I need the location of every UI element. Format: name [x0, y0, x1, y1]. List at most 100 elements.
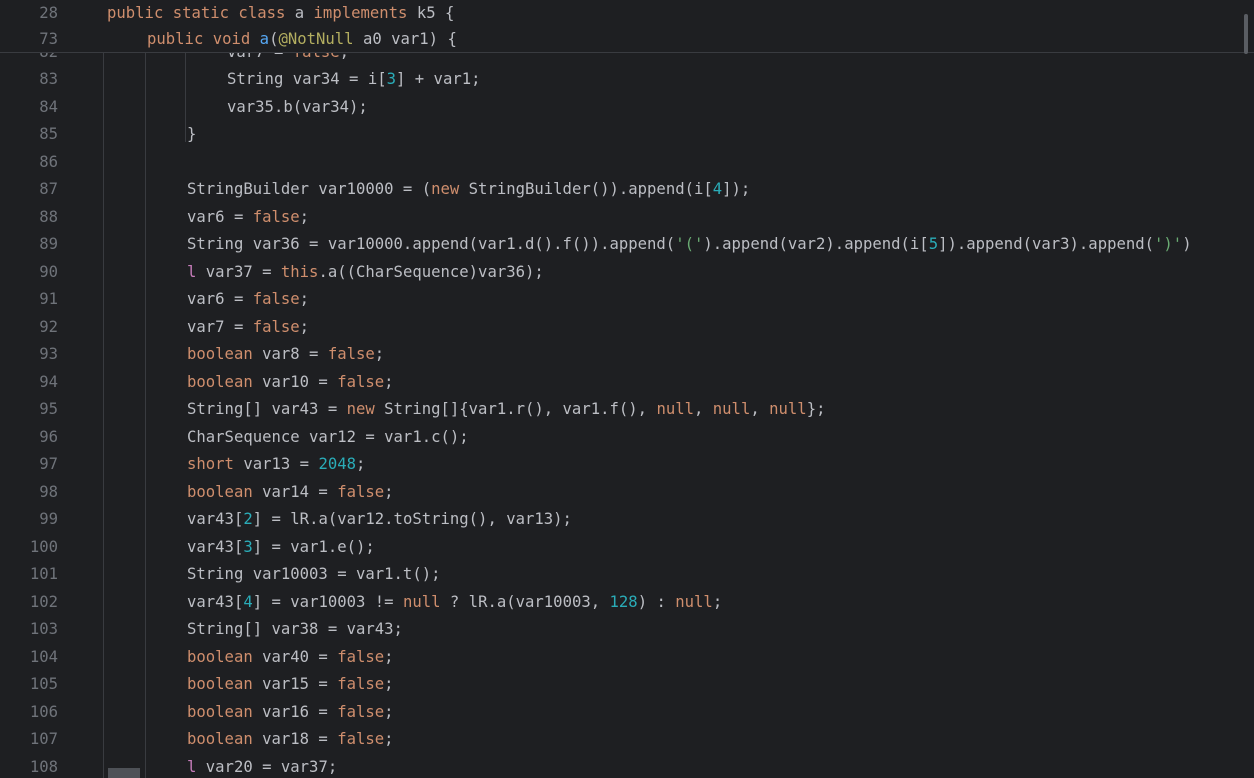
code-text[interactable]: short var13 = 2048; [187, 451, 365, 479]
code-token: ] = lR.a(var12.toString(), var13); [252, 510, 572, 528]
code-token: implements [313, 4, 417, 22]
code-token: ; [384, 482, 394, 501]
code-text[interactable]: String[] var38 = var43; [187, 616, 403, 644]
code-line[interactable]: 83 String var34 = i[3] + var1; [0, 66, 1254, 94]
code-text[interactable]: CharSequence var12 = var1.c(); [187, 424, 469, 452]
code-line[interactable]: 92 var7 = false; [0, 314, 1254, 342]
code-line[interactable]: 105 boolean var15 = false; [0, 671, 1254, 699]
code-line[interactable]: 84 var35.b(var34); [0, 94, 1254, 122]
code-text[interactable]: boolean var10 = false; [187, 369, 394, 397]
code-line[interactable]: 86 [0, 149, 1254, 177]
sticky-scroll-header[interactable]: 28 public static class a implements k5 {7… [0, 0, 1254, 53]
code-line[interactable]: 100 var43[3] = var1.e(); [0, 534, 1254, 562]
code-text[interactable]: String var36 = var10000.append(var1.d().… [187, 231, 1192, 259]
code-text[interactable]: boolean var14 = false; [187, 479, 394, 507]
line-number: 101 [29, 565, 58, 583]
code-line[interactable]: 89 String var36 = var10000.append(var1.d(… [0, 231, 1254, 259]
code-token: ] + var1; [396, 70, 481, 88]
code-token: boolean [187, 482, 253, 501]
code-text[interactable]: String var34 = i[3] + var1; [227, 66, 481, 94]
code-line[interactable]: 97 short var13 = 2048; [0, 451, 1254, 479]
code-token: null [675, 592, 713, 611]
code-line[interactable]: 99 var43[2] = lR.a(var12.toString(), var1… [0, 506, 1254, 534]
code-line[interactable]: 95 String[] var43 = new String[]{var1.r()… [0, 396, 1254, 424]
code-line[interactable]: 98 boolean var14 = false; [0, 479, 1254, 507]
scrollbar-thumb[interactable] [1244, 14, 1248, 54]
code-token: boolean [187, 675, 253, 693]
code-line[interactable]: 103 String[] var38 = var43; [0, 616, 1254, 644]
code-token: '(' [675, 235, 704, 253]
code-token: ]).append(var3).append( [938, 235, 1155, 253]
code-token: new [346, 400, 375, 418]
code-text[interactable]: boolean var8 = false; [187, 341, 384, 369]
code-line[interactable]: 106 boolean var16 = false; [0, 699, 1254, 727]
code-line[interactable]: 101 String var10003 = var1.t(); [0, 561, 1254, 589]
code-line[interactable]: 96 CharSequence var12 = var1.c(); [0, 424, 1254, 452]
code-token: String var10003 = var1.t(); [187, 565, 441, 583]
line-number: 99 [39, 510, 58, 528]
code-text[interactable]: public static class a implements k5 { [107, 0, 454, 26]
code-text[interactable]: StringBuilder var10000 = (new StringBuil… [187, 176, 750, 204]
code-token: StringBuilder var10000 = ( [187, 180, 432, 198]
code-token: 5 [928, 235, 939, 253]
code-token: ).append(var2).append(i[ [703, 235, 929, 253]
line-number: 98 [39, 482, 58, 501]
code-text[interactable]: String var10003 = var1.t(); [187, 561, 440, 589]
code-text[interactable]: var6 = false; [187, 286, 309, 314]
code-token: boolean [187, 372, 253, 391]
code-text[interactable]: l var20 = var37; [187, 754, 337, 778]
code-text[interactable]: var43[4] = var10003 != null ? lR.a(var10… [187, 589, 722, 617]
code-editor[interactable]: 82var7 = false;83String var34 = i[3] + v… [0, 0, 1254, 778]
vertical-scrollbar[interactable] [1240, 0, 1254, 778]
line-number: 103 [29, 620, 58, 638]
code-token: ]); [722, 180, 751, 198]
code-token: StringBuilder()).append(i[ [459, 180, 713, 198]
code-token: false [327, 345, 375, 363]
code-line[interactable]: 102 var43[4] = var10003 != null ? lR.a(va… [0, 589, 1254, 617]
code-token: ; [712, 592, 723, 611]
code-token: null [402, 592, 441, 611]
line-number: 106 [29, 702, 58, 721]
code-line[interactable]: 73 public void a(@NotNull a0 var1) { [0, 26, 1254, 52]
code-line[interactable]: 28 public static class a implements k5 { [0, 0, 1254, 26]
code-token: String var34 = i[ [227, 70, 387, 88]
code-line[interactable]: 93 boolean var8 = false; [0, 341, 1254, 369]
line-number: 93 [39, 345, 58, 363]
code-text[interactable]: boolean var18 = false; [187, 726, 394, 754]
code-token: ] = var1.e(); [252, 537, 375, 556]
code-line[interactable]: 90 l var37 = this.a((CharSequence)var36); [0, 259, 1254, 287]
code-line[interactable]: 91 var6 = false; [0, 286, 1254, 314]
code-token: null [769, 400, 807, 418]
code-line[interactable]: 104 boolean var40 = false; [0, 644, 1254, 672]
code-text[interactable]: var6 = false; [187, 204, 309, 232]
code-token: var14 = [252, 482, 338, 501]
code-line[interactable]: 94 boolean var10 = false; [0, 369, 1254, 397]
code-text[interactable]: } [187, 121, 196, 149]
code-line[interactable]: 88 var6 = false; [0, 204, 1254, 232]
code-token: 4 [243, 592, 253, 611]
line-number: 105 [29, 675, 58, 693]
code-text[interactable]: var43[2] = lR.a(var12.toString(), var13)… [187, 506, 572, 534]
code-token: ; [384, 702, 394, 721]
code-text[interactable]: public void a(@NotNull a0 var1) { [147, 26, 457, 52]
code-line[interactable]: 108 l var20 = var37; [0, 754, 1254, 778]
code-token: this [280, 262, 319, 281]
code-line[interactable]: 87 StringBuilder var10000 = (new StringBu… [0, 176, 1254, 204]
code-token: false [337, 482, 385, 501]
code-text[interactable]: String[] var43 = new String[]{var1.r(), … [187, 396, 825, 424]
code-text[interactable]: boolean var16 = false; [187, 699, 394, 727]
line-number: 102 [29, 592, 58, 611]
code-line[interactable]: 107 boolean var18 = false; [0, 726, 1254, 754]
code-token: ; [384, 675, 394, 693]
code-text[interactable]: var35.b(var34); [227, 94, 368, 122]
code-text[interactable]: boolean var40 = false; [187, 644, 394, 672]
fold-marker[interactable] [108, 768, 140, 778]
code-text[interactable]: l var37 = this.a((CharSequence)var36); [187, 259, 544, 287]
code-token: false [252, 207, 300, 226]
code-text[interactable]: boolean var15 = false; [187, 671, 394, 699]
code-line[interactable]: 85} [0, 121, 1254, 149]
code-text[interactable]: var43[3] = var1.e(); [187, 534, 375, 562]
code-text[interactable]: var7 = false; [187, 314, 309, 342]
code-token: String var36 = var10000.append(var1.d().… [187, 235, 676, 253]
code-token: ; [384, 647, 394, 666]
